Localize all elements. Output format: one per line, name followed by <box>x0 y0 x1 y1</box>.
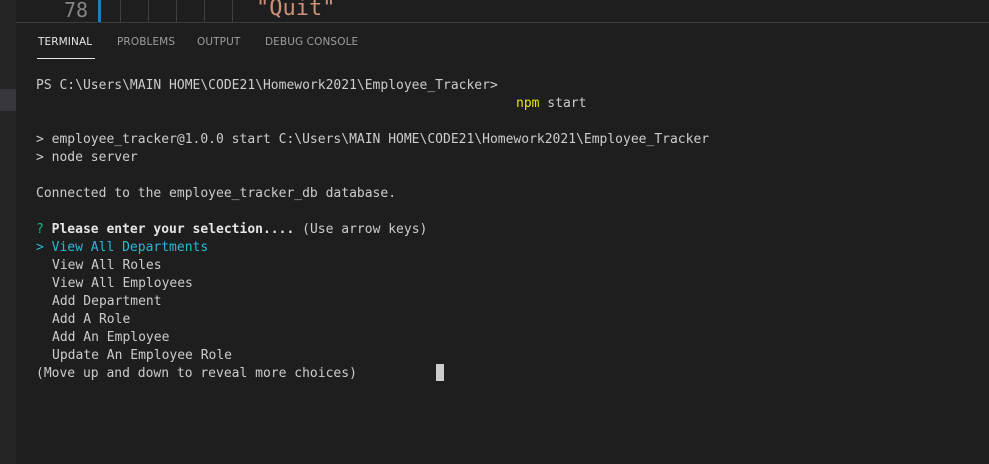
choice-item[interactable]: Update An Employee Role <box>52 347 232 365</box>
vscode-window: 78 "Quit" TERMINAL PROBLEMS OUTPUT DEBUG… <box>0 0 989 464</box>
terminal-output[interactable]: PS C:\Users\MAIN HOME\CODE21\Homework202… <box>0 0 989 464</box>
question-hint: (Use arrow keys) <box>294 222 428 237</box>
npm-output-line: > node server <box>36 150 138 165</box>
choice-item[interactable]: View All Roles <box>52 257 162 275</box>
choice-selected[interactable]: > View All Departments <box>36 239 208 257</box>
command-name: npm <box>516 96 540 111</box>
question-text: Please enter your selection.... <box>51 222 295 237</box>
choice-item[interactable]: Add Department <box>52 293 162 311</box>
question-mark: ? <box>36 222 44 237</box>
command-args: start <box>539 96 587 111</box>
more-choices-hint: (Move up and down to reveal more choices… <box>36 366 357 381</box>
choice-item[interactable]: Add An Employee <box>52 329 169 347</box>
choice-item[interactable]: View All Employees <box>52 275 193 293</box>
npm-output-line: > employee_tracker@1.0.0 start C:\Users\… <box>36 132 710 147</box>
selection-pointer: > <box>36 240 44 255</box>
choice-label: View All Departments <box>51 240 209 255</box>
connection-message: Connected to the employee_tracker_db dat… <box>36 186 397 201</box>
choice-item[interactable]: Add A Role <box>52 311 130 329</box>
terminal-cursor <box>436 364 444 381</box>
terminal-prompt: PS C:\Users\MAIN HOME\CODE21\Homework202… <box>36 78 498 93</box>
prompt-question: ? Please enter your selection.... (Use a… <box>36 221 427 239</box>
terminal-command: npm start <box>516 95 586 113</box>
